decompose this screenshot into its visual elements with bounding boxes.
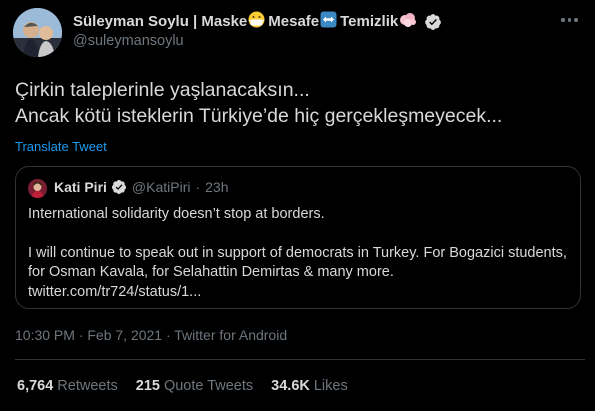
author-handle[interactable]: @suleymansoylu [73,33,184,49]
quote-tweets-stat[interactable]: 215 Quote Tweets [136,378,253,394]
mask-emoji-icon [248,11,265,32]
quoted-separator: · [195,179,201,195]
retweets-stat[interactable]: 6,764 Retweets [17,378,118,394]
tweet-text: Çirkin taleplerinle yaşlanacaksın... Anc… [15,79,503,127]
verified-badge-icon [111,180,126,194]
divider [15,359,585,360]
quoted-author-name[interactable]: Kati Piri [54,179,107,195]
translate-tweet-link[interactable]: Translate Tweet [15,139,107,154]
quoted-time: 23h [205,179,229,195]
author-name-text: Süleyman Soylu | Maske [73,13,248,30]
quoted-avatar[interactable] [28,179,47,198]
author-name-temizlik: Temizlik [340,13,399,30]
quote-tweets-count: 215 [135,378,160,394]
quote-tweets-label: Quote Tweets [163,378,254,394]
quoted-tweet-text: International solidarity doesn’t stop at… [28,205,568,302]
tweet-meta[interactable]: 10:30 PM · Feb 7, 2021 · Twitter for And… [15,327,287,343]
quoted-author-handle: @KatiPiri [131,179,191,195]
sponge-emoji-icon [399,11,417,32]
left-right-arrow-emoji-icon [320,11,337,32]
likes-label: Likes [313,378,348,394]
quoted-link[interactable]: twitter.com/tr724/status/1... [28,283,568,303]
likes-count: 34.6K [271,378,310,394]
quoted-tweet-card[interactable]: Kati Piri @KatiPiri · 23h International … [15,166,581,309]
quoted-line-2: I will continue to speak out in support … [28,244,567,281]
retweets-label: Retweets [57,378,118,394]
author-name-mesafe: Mesafe [268,13,320,30]
avatar[interactable] [13,8,62,57]
likes-stat[interactable]: 34.6K Likes [271,378,348,394]
engagement-stats: 6,764 Retweets 215 Quote Tweets 34.6K Likes [17,378,348,394]
retweets-count: 6,764 [17,378,54,394]
quoted-header: Kati Piri @KatiPiri · 23h [54,179,229,195]
verified-badge-icon [425,13,442,30]
author-name[interactable]: Süleyman Soylu | Maske Mesafe Temizlik [73,11,442,32]
quoted-line-1: International solidarity doesn’t stop at… [28,206,325,222]
more-options-icon[interactable] [561,13,585,27]
